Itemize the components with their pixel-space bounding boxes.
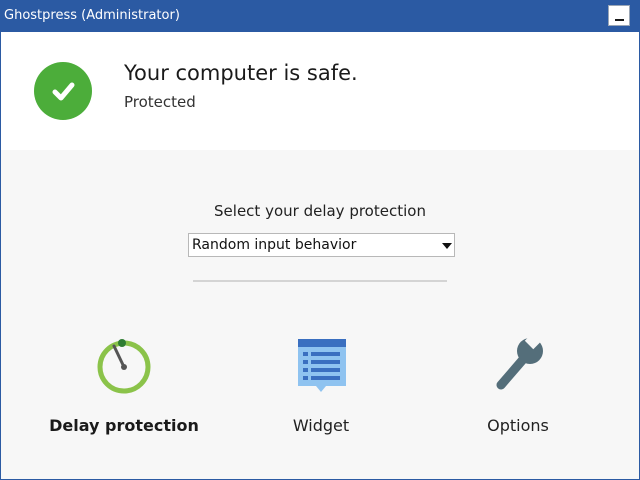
protection-dropdown[interactable]: Random input behavior (188, 233, 455, 257)
feature-delay-protection[interactable]: Delay protection (34, 334, 214, 444)
title-bar[interactable]: Ghostpress (Administrator) (1, 1, 639, 32)
feature-label: Options (487, 416, 549, 435)
feature-label: Delay protection (49, 416, 199, 435)
check-icon (52, 82, 75, 101)
minimize-button[interactable] (608, 5, 630, 26)
feature-options[interactable]: Options (428, 331, 608, 444)
divider (193, 280, 447, 282)
wrench-icon (488, 331, 548, 394)
feature-label: Widget (292, 416, 350, 435)
protection-label: Select your delay protection (214, 202, 426, 220)
status-subtitle: Protected (124, 93, 196, 111)
protection-dropdown-value: Random input behavior (192, 237, 357, 253)
gauge-icon (94, 334, 154, 394)
status-indicator (34, 62, 92, 120)
dropdown-arrow-icon[interactable] (442, 243, 452, 249)
status-panel: Your computer is safe. Protected (1, 32, 639, 150)
minimize-icon (615, 19, 624, 21)
feature-widget[interactable]: Widget (231, 334, 411, 444)
app-window: Ghostpress (Administrator) Your computer… (0, 0, 640, 480)
status-title: Your computer is safe. (124, 61, 358, 85)
window-title: Ghostpress (Administrator) (4, 8, 180, 23)
widget-icon (291, 334, 351, 394)
